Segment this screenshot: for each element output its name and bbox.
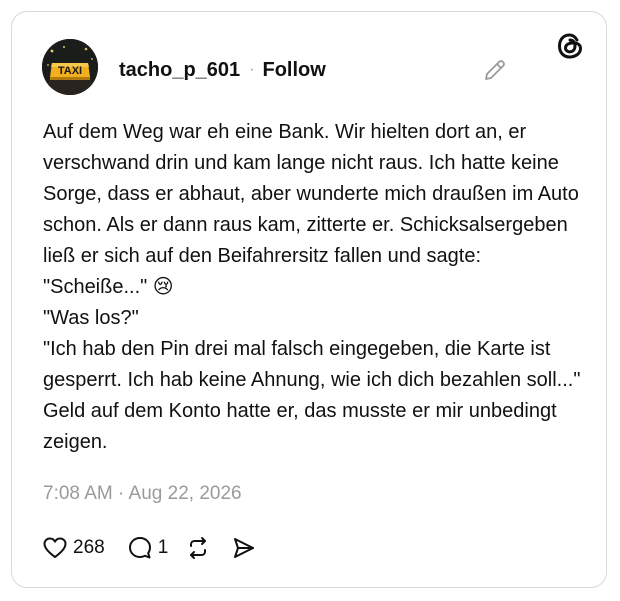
- post-text: Auf dem Weg war eh eine Bank. Wir hielte…: [43, 121, 581, 453]
- heart-icon: [43, 537, 67, 558]
- reply-count: 1: [157, 537, 169, 558]
- repost-button[interactable]: [185, 535, 211, 561]
- threads-logo-icon[interactable]: [555, 31, 585, 61]
- post-actions: 268 1: [42, 534, 257, 562]
- comment-icon: [128, 537, 151, 559]
- send-icon: [234, 538, 255, 558]
- post-timestamp: 7:08 AM · Aug 22, 2026: [43, 483, 242, 504]
- avatar-sign-text: TAXI: [58, 65, 82, 77]
- post-card: TAXI tacho_p_601 · Follow Auf dem Weg wa…: [11, 11, 607, 588]
- avatar-image: TAXI: [42, 39, 98, 95]
- pencil-icon[interactable]: [482, 57, 508, 83]
- follow-button[interactable]: Follow: [263, 59, 326, 82]
- share-button[interactable]: [231, 535, 257, 561]
- like-count: 268: [73, 537, 105, 558]
- post-header: tacho_p_601 · Follow: [119, 56, 326, 84]
- repost-icon: [190, 537, 207, 559]
- like-button[interactable]: 268: [42, 535, 105, 561]
- username[interactable]: tacho_p_601: [119, 59, 240, 82]
- separator-dot: ·: [249, 61, 255, 78]
- avatar[interactable]: TAXI: [42, 39, 98, 95]
- reply-button[interactable]: 1: [127, 535, 169, 561]
